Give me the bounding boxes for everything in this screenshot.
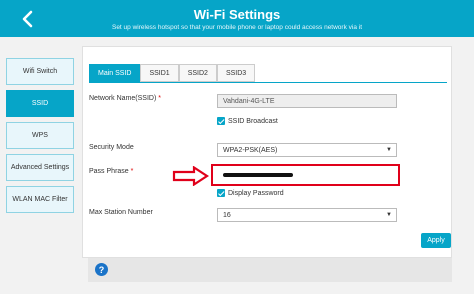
header-bar: Wi-Fi Settings Set up wireless hotspot s… — [0, 0, 474, 37]
wifi-settings-page: Wi-Fi Settings Set up wireless hotspot s… — [0, 0, 474, 294]
chevron-down-icon: ▼ — [386, 147, 392, 153]
tab-ssid2[interactable]: SSID2 — [178, 64, 217, 82]
ssid-settings-panel: Main SSID SSID1 SSID2 SSID3 Network Name… — [82, 46, 452, 258]
chevron-down-icon: ▼ — [386, 212, 392, 218]
display-password-row[interactable]: Display Password — [217, 189, 284, 197]
display-password-label: Display Password — [228, 189, 284, 197]
security-mode-value: WPA2-PSK(AES) — [223, 146, 278, 154]
redacted-password-scribble — [223, 173, 293, 177]
security-mode-label: Security Mode — [89, 144, 134, 151]
tab-ssid1[interactable]: SSID1 — [140, 64, 179, 82]
security-mode-select[interactable]: WPA2-PSK(AES) ▼ — [217, 143, 397, 157]
sidebar-item-wps[interactable]: WPS — [6, 122, 74, 149]
max-station-label: Max Station Number — [89, 209, 153, 216]
page-subtitle: Set up wireless hotspot so that your mob… — [111, 24, 363, 31]
network-name-field[interactable]: Vahdani-4G-LTE — [217, 94, 397, 108]
network-name-value: Vahdani-4G-LTE — [223, 97, 275, 105]
right-arrow-icon — [172, 166, 210, 186]
ssid-broadcast-row[interactable]: SSID Broadcast — [217, 117, 278, 125]
page-title: Wi-Fi Settings — [193, 7, 281, 22]
sidebar-item-ssid[interactable]: SSID — [6, 90, 74, 117]
pass-phrase-label: Pass Phrase * — [89, 168, 134, 175]
tab-main-ssid[interactable]: Main SSID — [89, 64, 141, 82]
tab-divider — [89, 82, 447, 83]
ssid-broadcast-checkbox[interactable] — [217, 117, 225, 125]
sidebar-item-wlan-mac-filter[interactable]: WLAN MAC Filter — [6, 186, 74, 213]
ssid-broadcast-label: SSID Broadcast — [228, 117, 278, 125]
sidebar-item-wifi-switch[interactable]: Wifi Switch — [6, 58, 74, 85]
network-name-label: Network Name(SSID) * — [89, 95, 161, 102]
max-station-select[interactable]: 16 ▼ — [217, 208, 397, 222]
tab-ssid3[interactable]: SSID3 — [216, 64, 256, 82]
footer-bar: ? — [88, 258, 452, 282]
sidebar-item-advanced-settings[interactable]: Advanced Settings — [6, 154, 74, 181]
pass-phrase-input[interactable] — [217, 168, 395, 182]
ssid-tabs: Main SSID SSID1 SSID2 SSID3 — [89, 64, 256, 82]
max-station-value: 16 — [223, 211, 231, 219]
help-icon[interactable]: ? — [95, 263, 108, 276]
display-password-checkbox[interactable] — [217, 189, 225, 197]
apply-button[interactable]: Apply — [421, 233, 451, 248]
